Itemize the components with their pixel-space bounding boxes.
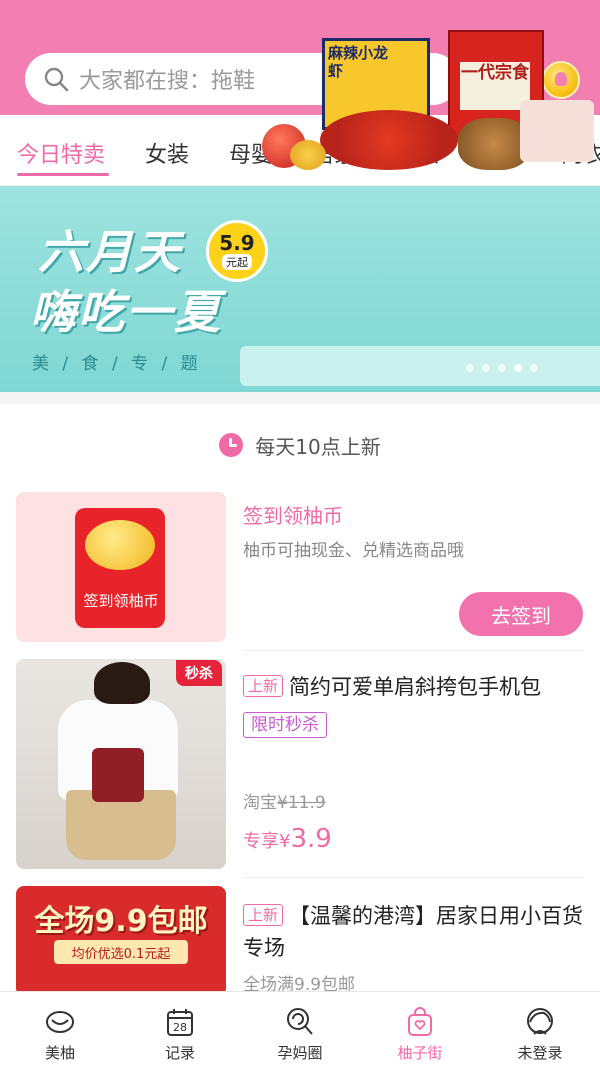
price-badge-unit: 元起 bbox=[222, 254, 252, 270]
card-divider bbox=[243, 650, 584, 651]
nav-label: 未登录 bbox=[517, 1044, 563, 1062]
new-tag: 上新 bbox=[243, 904, 284, 926]
bowl-icon bbox=[46, 1011, 74, 1033]
promo-banner[interactable]: 六月天 嗨吃一夏 美 / 食 / 专 / 题 5.9 元起 bbox=[0, 186, 600, 392]
section-separator bbox=[0, 392, 600, 404]
tab-today-deals[interactable]: 今日特卖 bbox=[17, 137, 105, 169]
active-tab-indicator bbox=[17, 173, 109, 176]
nav-label: 柚子街 bbox=[397, 1044, 443, 1062]
exclusive-price-label: 专享¥ bbox=[243, 831, 291, 852]
carousel-dot[interactable] bbox=[482, 364, 490, 372]
seckill-badge: 秒杀 bbox=[176, 660, 222, 686]
banner-title-line2: 嗨吃一夏 bbox=[30, 285, 222, 339]
crossbody-bag-image bbox=[92, 748, 144, 802]
thumb-promo-title: 全场9.9包邮 bbox=[34, 904, 208, 939]
card-divider bbox=[243, 877, 584, 878]
plum-half-image bbox=[290, 140, 326, 170]
original-price-label: 淘宝 bbox=[243, 793, 277, 813]
nav-mom-circle[interactable]: 孕妈圈 bbox=[240, 992, 360, 1067]
exclusive-price: 专享¥3.9 bbox=[243, 824, 332, 854]
clock-icon bbox=[219, 433, 244, 457]
update-notice: 每天10点上新 bbox=[0, 425, 600, 465]
calendar-day: 28 bbox=[173, 1021, 187, 1034]
carousel-dots bbox=[466, 364, 538, 372]
price-badge-value: 5.9 bbox=[219, 231, 255, 255]
tab-womens-clothing[interactable]: 女装 bbox=[145, 137, 189, 169]
search-icon bbox=[44, 67, 69, 92]
checkin-card-title[interactable]: 签到领柚币 bbox=[243, 500, 343, 529]
person-icon bbox=[527, 1008, 553, 1035]
model-hair-image bbox=[94, 662, 150, 704]
product-title[interactable]: 上新 【温馨的港湾】居家日用小百货专场 bbox=[243, 900, 583, 964]
nav-records[interactable]: 28 记录 bbox=[120, 992, 240, 1067]
lollipop-icon bbox=[287, 1008, 313, 1035]
shopping-bag-icon bbox=[408, 1007, 432, 1036]
nav-label: 美柚 bbox=[44, 1044, 75, 1062]
nav-not-logged-in[interactable]: 未登录 bbox=[480, 992, 600, 1067]
carousel-dot-active[interactable] bbox=[514, 364, 522, 372]
calendar-icon: 28 bbox=[167, 1009, 193, 1036]
banner-title-line1: 六月天 bbox=[38, 225, 182, 279]
checkin-thumb-label: 签到领柚币 bbox=[83, 592, 159, 610]
nav-label: 孕妈圈 bbox=[277, 1044, 323, 1062]
thumb-promo-subtitle: 均价优选0.1元起 bbox=[54, 940, 188, 964]
crawfish-plate-image bbox=[320, 110, 458, 170]
original-price-value: ¥11.9 bbox=[277, 793, 326, 813]
coin-icon bbox=[542, 61, 581, 99]
go-checkin-button[interactable]: 去签到 bbox=[459, 592, 583, 636]
exclusive-price-value: 3.9 bbox=[290, 824, 332, 854]
carousel-dot[interactable] bbox=[466, 364, 474, 372]
carousel-dot[interactable] bbox=[498, 364, 506, 372]
product-title-text: 简约可爱单肩斜挎包手机包 bbox=[289, 675, 542, 699]
carousel-dot[interactable] bbox=[530, 364, 538, 372]
price-badge: 5.9 元起 bbox=[206, 220, 268, 282]
new-tag: 上新 bbox=[243, 675, 284, 697]
update-notice-text: 每天10点上新 bbox=[255, 434, 381, 459]
original-price: 淘宝¥11.9 bbox=[243, 788, 326, 813]
bottom-nav: 美柚 28 记录 孕妈圈 柚子街 未登录 bbox=[0, 991, 600, 1067]
checkin-card-description: 柚币可抽现金、兑精选商品哦 bbox=[243, 541, 464, 561]
coin-icon bbox=[85, 520, 155, 570]
flash-sale-tag: 限时秒杀 bbox=[243, 712, 327, 738]
banner-subtitle: 美 / 食 / 专 / 题 bbox=[32, 354, 202, 374]
search-placeholder: 大家都在搜：拖鞋 bbox=[79, 69, 256, 94]
banner-platform bbox=[240, 346, 600, 386]
candy-image bbox=[520, 100, 594, 162]
nav-youzi-street[interactable]: 柚子街 bbox=[360, 992, 480, 1067]
nav-label: 记录 bbox=[164, 1044, 195, 1062]
product-title[interactable]: 上新 简约可爱单肩斜挎包手机包 bbox=[243, 672, 588, 702]
product-title-text: 【温馨的港湾】居家日用小百货专场 bbox=[243, 904, 584, 960]
nav-meiyou[interactable]: 美柚 bbox=[0, 992, 120, 1067]
crawfish-box-label: 麻辣小龙虾 bbox=[328, 44, 389, 80]
